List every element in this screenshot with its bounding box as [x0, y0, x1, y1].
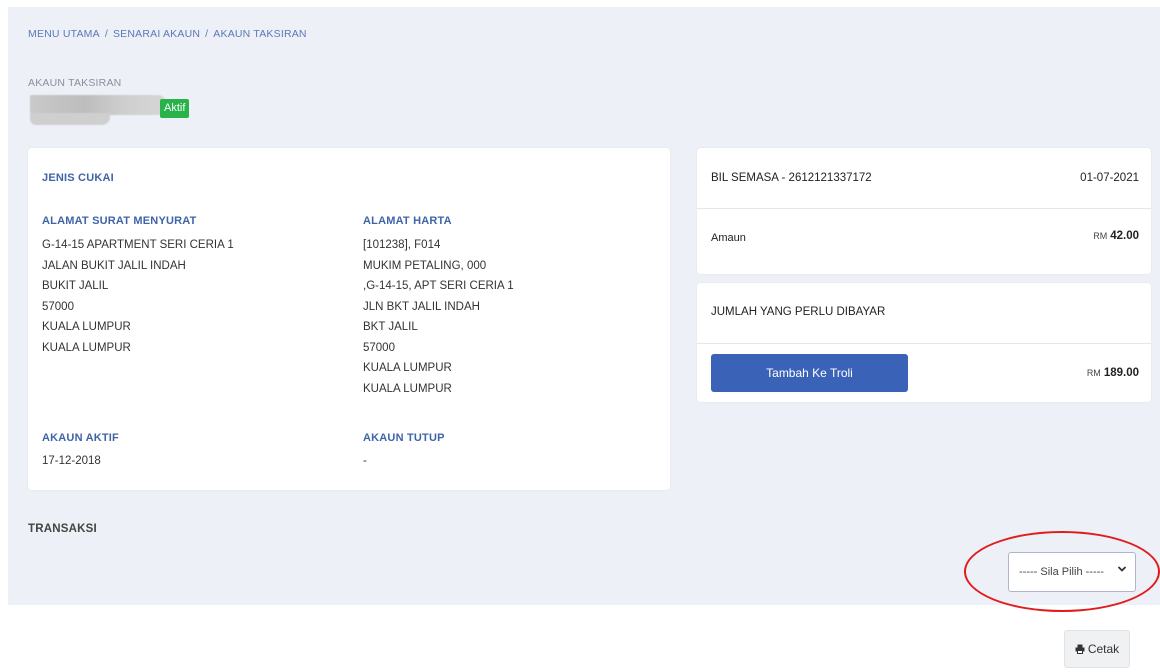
bill-amount: RM 42.00 [1093, 230, 1139, 242]
address-line: 57000 [42, 300, 74, 313]
akaun-tutup-label: AKAUN TUTUP [363, 432, 445, 444]
akaun-aktif-value: 17-12-2018 [42, 455, 101, 467]
redacted-account-number [30, 95, 166, 125]
alamat-harta-address: [101238], F014 MUKIM PETALING, 000 ,G-14… [363, 235, 514, 399]
total-amount-value: 189.00 [1103, 367, 1139, 379]
currency-label: RM [1093, 231, 1108, 241]
alamat-surat-label: ALAMAT SURAT MENYURAT [42, 215, 197, 227]
currency-label: RM [1086, 368, 1101, 378]
alamat-surat-address: G-14-15 APARTMENT SERI CERIA 1 JALAN BUK… [42, 235, 234, 358]
address-line: BKT JALIL [363, 321, 418, 333]
highlight-annotation-ellipse [964, 531, 1160, 612]
breadcrumb-senarai-akaun[interactable]: SENARAI AKAUN [113, 28, 200, 40]
address-line: JLN BKT JALIL INDAH [363, 300, 480, 313]
bill-amount-value: 42.00 [1110, 230, 1139, 242]
jenis-cukai-label: JENIS CUKAI [42, 172, 114, 184]
akaun-aktif-label: AKAUN AKTIF [42, 432, 119, 444]
current-bill-title: BIL SEMASA - 2612121337172 [711, 172, 872, 184]
print-label: Cetak [1087, 641, 1120, 656]
address-line: ,G-14-15, APT SERI CERIA 1 [363, 280, 514, 292]
address-line: KUALA LUMPUR [363, 362, 452, 374]
transactions-panel [8, 605, 1160, 672]
address-line: MUKIM PETALING, 000 [363, 259, 487, 272]
current-bill-header: BIL SEMASA - 2612121337172 01-07-2021 [697, 148, 1151, 209]
address-line: 57000 [363, 341, 395, 354]
address-line: KUALA LUMPUR [42, 321, 131, 333]
breadcrumb-menu-utama[interactable]: MENU UTAMA [28, 28, 100, 40]
current-bill-card: BIL SEMASA - 2612121337172 01-07-2021 Am… [697, 148, 1151, 274]
breadcrumb-separator: / [104, 28, 108, 40]
akaun-tutup-value: - [363, 455, 367, 467]
add-to-cart-button[interactable]: Tambah Ke Troli [711, 354, 908, 392]
address-line: G-14-15 APARTMENT SERI CERIA 1 [42, 239, 234, 251]
total-payable-header: JUMLAH YANG PERLU DIBAYAR [697, 283, 1151, 344]
account-details-card: JENIS CUKAI ALAMAT SURAT MENYURAT G-14-1… [28, 148, 670, 490]
breadcrumb-akaun-taksiran: AKAUN TAKSIRAN [213, 28, 307, 40]
print-icon [1075, 643, 1085, 657]
page-content: MENU UTAMA / SENARAI AKAUN / AKAUN TAKSIRAN … [8, 7, 1160, 672]
print-button[interactable]: Cetak [1064, 630, 1130, 668]
current-bill-date: 01-07-2021 [1080, 172, 1139, 184]
total-payable-card: JUMLAH YANG PERLU DIBAYAR Tambah Ke Trol… [697, 283, 1151, 402]
breadcrumb-separator: / [205, 28, 209, 40]
total-payable-title: JUMLAH YANG PERLU DIBAYAR [711, 306, 886, 318]
address-line: JALAN BUKIT JALIL INDAH [42, 259, 186, 272]
address-line: KUALA LUMPUR [363, 382, 452, 395]
breadcrumb: MENU UTAMA / SENARAI AKAUN / AKAUN TAKSIRAN [28, 28, 307, 40]
address-line: KUALA LUMPUR [42, 341, 131, 354]
amount-label: Amaun [711, 232, 746, 244]
account-label: AKAUN TAKSIRAN [28, 77, 122, 89]
status-badge: Aktif [160, 99, 190, 118]
transactions-title: TRANSAKSI [28, 523, 97, 535]
address-line: [101238], F014 [363, 239, 441, 251]
alamat-harta-label: ALAMAT HARTA [363, 215, 452, 227]
total-amount: RM 189.00 [1087, 367, 1139, 379]
address-line: BUKIT JALIL [42, 280, 109, 292]
